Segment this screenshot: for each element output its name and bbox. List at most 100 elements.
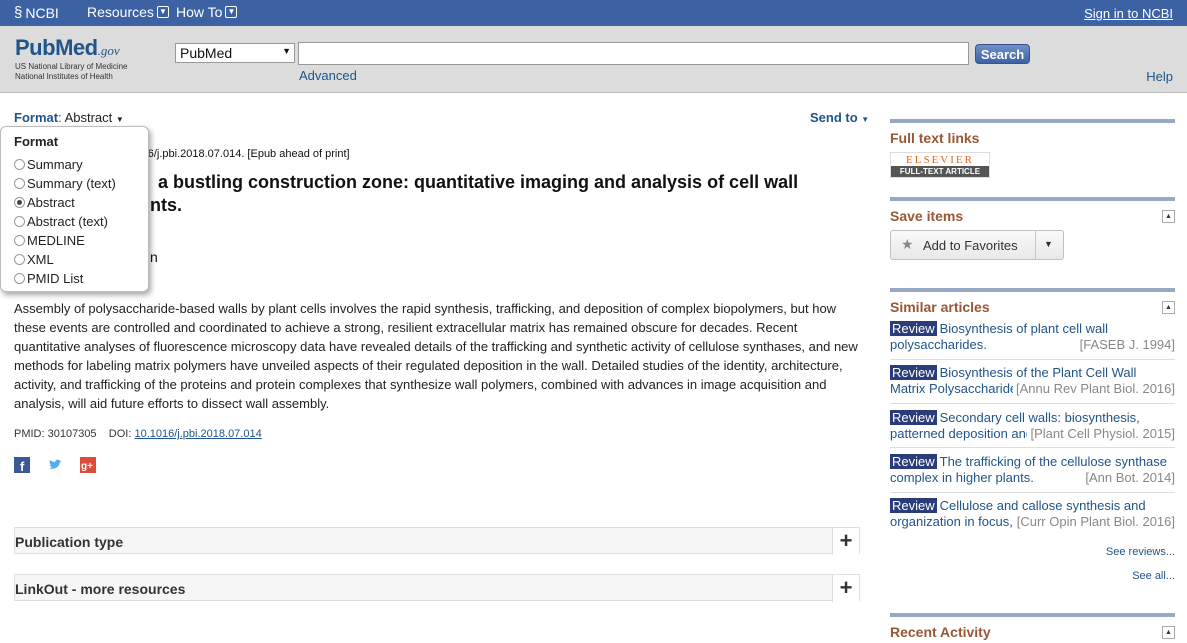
svg-text:g+: g+ [81, 461, 93, 472]
divider [890, 403, 1175, 404]
radio-icon[interactable] [14, 254, 25, 265]
dropdown-arrow-icon: ▼ [282, 46, 291, 56]
format-value: Abstract [64, 110, 113, 125]
pmid: PMID: 30107305 [14, 428, 97, 440]
howto-label: How To [176, 4, 223, 20]
resources-label: Resources [87, 4, 154, 20]
similar-article-item[interactable]: Review Cellulose and callose synthesis an… [890, 498, 1175, 530]
review-badge: Review [890, 410, 937, 425]
svg-text:f: f [20, 459, 25, 473]
twitter-icon[interactable] [47, 457, 63, 473]
save-items-heading: Save items ▲ [890, 197, 1175, 224]
similar-article-source: [Annu Rev Plant Biol. 2016] [1013, 381, 1175, 397]
format-option-pmid-list[interactable]: PMID List [14, 271, 83, 286]
logo-subtitle-1: US National Library of Medicine [15, 62, 128, 71]
ncbi-logo[interactable]: § NCBI [14, 4, 59, 21]
elsevier-subtitle: FULL-TEXT ARTICLE [891, 166, 989, 177]
radio-icon[interactable] [14, 159, 25, 170]
recent-activity-heading: Recent Activity ▲ [890, 613, 1175, 640]
google-plus-icon[interactable]: g+ [80, 457, 96, 473]
format-label: Format [14, 110, 59, 125]
abstract-text: Assembly of polysaccharide-based walls b… [14, 301, 858, 411]
search-button[interactable]: Search [975, 44, 1030, 64]
database-select-value: PubMed [180, 45, 233, 61]
doi-link[interactable]: 10.1016/j.pbi.2018.07.014 [134, 428, 261, 440]
send-to-label: Send to [810, 110, 858, 125]
linkout-section[interactable]: LinkOut - more resources + [14, 574, 860, 602]
logo-pub: Pub [15, 35, 56, 60]
format-option-label: Abstract (text) [27, 214, 108, 229]
format-option-summary-text[interactable]: Summary (text) [14, 176, 116, 191]
format-option-label: MEDLINE [27, 233, 85, 248]
caret-down-icon[interactable]: ▼ [1044, 239, 1053, 249]
search-input[interactable] [298, 42, 969, 65]
format-control[interactable]: Format: Abstract ▼ [14, 110, 124, 125]
chevron-down-icon: ▼ [156, 6, 169, 18]
search-bar: PubMed.gov US National Library of Medici… [0, 26, 1187, 93]
article-ids: PMID: 30107305 DOI: 10.1016/j.pbi.2018.0… [14, 428, 262, 440]
similar-article-item[interactable]: Review Secondary cell walls: biosynthesis… [890, 410, 1175, 442]
full-text-links-title: Full text links [890, 130, 980, 146]
help-link[interactable]: Help [1146, 69, 1173, 84]
chevron-down-icon: ▼ [225, 6, 238, 18]
sign-in-link[interactable]: Sign in to NCBI [1084, 6, 1173, 21]
format-option-abstract[interactable]: Abstract [14, 195, 75, 210]
format-option-summary[interactable]: Summary [14, 157, 83, 172]
format-option-label: Summary (text) [27, 176, 116, 191]
divider [890, 492, 1175, 493]
howto-menu[interactable]: How To ▼ [176, 4, 238, 20]
format-option-label: XML [27, 252, 54, 267]
doi-label: DOI: [108, 428, 132, 440]
add-to-favorites-label: Add to Favorites [923, 238, 1018, 253]
similar-article-item[interactable]: Review The trafficking of the cellulose s… [890, 454, 1175, 486]
publication-type-title: Publication type [15, 534, 124, 550]
pubmed-logo[interactable]: PubMed.gov US National Library of Medici… [15, 35, 128, 81]
advanced-search-link[interactable]: Advanced [299, 68, 357, 83]
similar-article-item[interactable]: Review Biosynthesis of plant cell wall po… [890, 321, 1175, 353]
ncbi-helix-icon: § [14, 4, 23, 21]
publication-type-section[interactable]: Publication type + [14, 527, 860, 555]
similar-article-source: [Ann Bot. 2014] [1082, 470, 1175, 486]
elsevier-full-text-link[interactable]: ELSEVIER FULL-TEXT ARTICLE [890, 152, 990, 178]
radio-icon[interactable] [14, 178, 25, 189]
expand-plus-icon[interactable]: + [832, 528, 859, 555]
collapse-toggle-icon[interactable]: ▲ [1162, 210, 1175, 223]
radio-icon[interactable] [14, 235, 25, 246]
radio-selected-icon[interactable] [14, 197, 25, 208]
similar-article-source: [Curr Opin Plant Biol. 2016] [1013, 514, 1175, 530]
collapse-toggle-icon[interactable]: ▲ [1162, 301, 1175, 314]
review-badge: Review [890, 365, 937, 380]
see-reviews-link[interactable]: See reviews... [1106, 546, 1175, 558]
format-dropdown: Format Summary Summary (text) Abstract A… [0, 126, 149, 292]
format-option-abstract-text[interactable]: Abstract (text) [14, 214, 108, 229]
elsevier-name: ELSEVIER [906, 154, 974, 166]
format-option-xml[interactable]: XML [14, 252, 54, 267]
facebook-icon[interactable]: f [14, 457, 30, 473]
full-text-links-heading: Full text links [890, 119, 1175, 146]
review-badge: Review [890, 454, 937, 469]
expand-plus-icon[interactable]: + [832, 575, 859, 602]
logo-med: Med [55, 35, 98, 60]
ncbi-top-bar: § NCBI Resources ▼ How To ▼ Sign in to N… [0, 0, 1187, 26]
resources-menu[interactable]: Resources ▼ [87, 4, 169, 20]
similar-articles-heading: Similar articles ▲ [890, 288, 1175, 315]
format-option-label: Summary [27, 157, 83, 172]
similar-article-item[interactable]: Review Biosynthesis of the Plant Cell Wal… [890, 365, 1175, 397]
format-option-label: PMID List [27, 271, 84, 286]
review-badge: Review [890, 321, 937, 336]
radio-icon[interactable] [14, 216, 25, 227]
radio-icon[interactable] [14, 273, 25, 284]
format-option-medline[interactable]: MEDLINE [14, 233, 85, 248]
linkout-title: LinkOut - more resources [15, 581, 186, 597]
save-items-title: Save items [890, 208, 964, 224]
database-select[interactable]: PubMed ▼ [175, 43, 295, 63]
logo-subtitle-2: National Institutes of Health [15, 72, 113, 81]
caret-down-icon: ▼ [115, 115, 124, 124]
logo-gov: .gov [97, 43, 120, 58]
divider [890, 359, 1175, 360]
see-all-link[interactable]: See all... [1132, 570, 1175, 582]
add-to-favorites-button[interactable]: ★ Add to Favorites ▼ [890, 230, 1064, 260]
ncbi-logo-text: NCBI [25, 4, 59, 21]
send-to-menu[interactable]: Send to ▼ [810, 110, 869, 125]
collapse-toggle-icon[interactable]: ▲ [1162, 626, 1175, 639]
